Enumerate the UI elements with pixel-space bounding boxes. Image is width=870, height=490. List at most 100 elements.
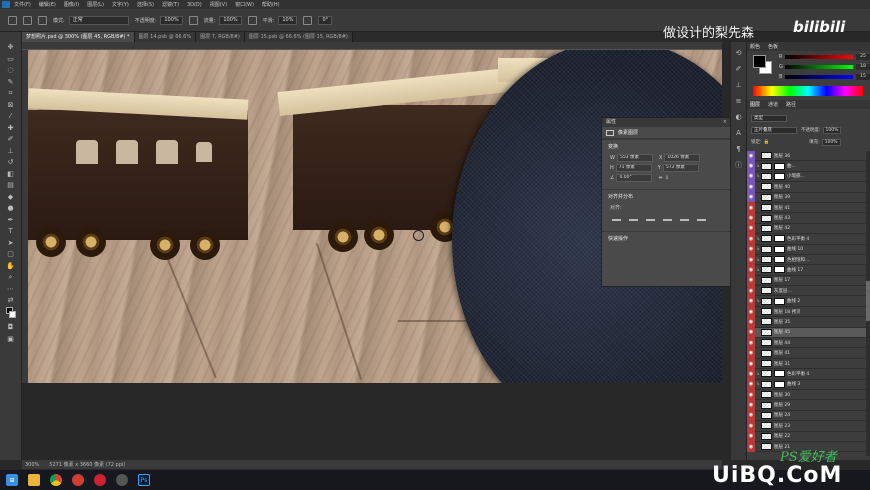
- layer-row[interactable]: ◉ 图层 24: [747, 410, 870, 422]
- close-icon[interactable]: ×: [723, 118, 727, 127]
- layer-row[interactable]: ◉ 图层 39: [747, 192, 870, 203]
- layer-thumbnail[interactable]: [761, 297, 772, 305]
- layer-thumbnail[interactable]: [761, 183, 772, 191]
- shape-tool-icon[interactable]: ▢: [5, 249, 17, 259]
- blue-value[interactable]: 15: [856, 74, 870, 80]
- layer-thumbnail[interactable]: [761, 266, 772, 274]
- gear-icon[interactable]: [303, 15, 313, 25]
- document-tab[interactable]: 图层 7, RGB/8#): [196, 32, 245, 42]
- smooth-field[interactable]: 10%: [278, 15, 298, 25]
- clone-source-icon[interactable]: ⊥: [734, 80, 744, 90]
- layer-row[interactable]: ◉ ↳ 曲线 10: [747, 244, 870, 255]
- layer-thumbnail[interactable]: [761, 193, 772, 201]
- x-field[interactable]: 1026 像素: [664, 154, 701, 162]
- visibility-eye-icon[interactable]: ◉: [747, 264, 755, 276]
- layer-row[interactable]: ◉ 图层 40: [747, 181, 870, 193]
- netease-music-icon[interactable]: [72, 474, 84, 486]
- visibility-eye-icon[interactable]: ◉: [747, 306, 755, 317]
- marquee-tool-icon[interactable]: ▭: [5, 54, 17, 64]
- layer-mask-thumbnail[interactable]: [774, 162, 785, 170]
- menu-item-window[interactable]: 窗口(W): [235, 1, 254, 8]
- crop-tool-icon[interactable]: ⌗: [5, 88, 17, 98]
- layer-thumbnail[interactable]: [761, 308, 772, 316]
- properties-icon[interactable]: ≡: [734, 96, 744, 106]
- eraser-tool-icon[interactable]: ◧: [5, 169, 17, 179]
- color-swatches-icon[interactable]: [5, 306, 17, 321]
- visibility-eye-icon[interactable]: ◉: [747, 347, 755, 359]
- menu-item-edit[interactable]: 编辑(E): [39, 1, 56, 8]
- blue-gradient[interactable]: [785, 75, 853, 79]
- visibility-eye-icon[interactable]: ◉: [747, 368, 755, 380]
- quick-mask-icon[interactable]: ◘: [5, 322, 17, 332]
- layer-mask-thumbnail[interactable]: [774, 235, 785, 243]
- history-icon[interactable]: ⟲: [734, 48, 744, 58]
- tab-paths[interactable]: 路径: [786, 101, 796, 108]
- type-tool-icon[interactable]: T: [5, 226, 17, 236]
- layer-mask-thumbnail[interactable]: [774, 256, 785, 264]
- visibility-eye-icon[interactable]: ◉: [747, 285, 755, 296]
- layer-row[interactable]: ◉ 图层 41: [747, 347, 870, 359]
- visibility-eye-icon[interactable]: ◉: [747, 181, 755, 193]
- layer-thumbnail[interactable]: [761, 287, 772, 295]
- menu-item-filter[interactable]: 滤镜(T): [162, 1, 179, 8]
- layer-thumbnail[interactable]: [761, 380, 772, 388]
- dodge-tool-icon[interactable]: ●: [5, 203, 17, 213]
- visibility-eye-icon[interactable]: ◉: [747, 151, 755, 161]
- layer-row[interactable]: ◉ 图层 41: [747, 202, 870, 214]
- visibility-eye-icon[interactable]: ◉: [747, 192, 755, 203]
- tab-color[interactable]: 颜色: [750, 43, 760, 50]
- layer-row[interactable]: ◉ 图层 31: [747, 358, 870, 370]
- align-middle-icon[interactable]: [680, 214, 689, 221]
- brush-panel-icon[interactable]: ✐: [734, 64, 744, 74]
- layer-row[interactable]: ◉ ↳ 小瑕疵...: [747, 171, 870, 183]
- layer-row[interactable]: ◉ 图层 36: [747, 151, 870, 162]
- document-tab[interactable]: 图层 15.psb @ 66.6% (图层 15, RGB/8#): [244, 32, 353, 42]
- layer-mask-thumbnail[interactable]: [774, 245, 785, 253]
- visibility-eye-icon[interactable]: ◉: [747, 399, 755, 411]
- brush-preset-icon[interactable]: [23, 15, 32, 25]
- path-select-tool-icon[interactable]: ➤: [5, 238, 17, 248]
- properties-panel-header[interactable]: 属性 ×: [602, 118, 730, 127]
- layer-row[interactable]: ◉ 图层 17: [747, 275, 870, 287]
- layer-row[interactable]: ◉ 图层 30: [747, 389, 870, 401]
- mode-select[interactable]: 正常: [68, 15, 129, 25]
- visibility-eye-icon[interactable]: ◉: [747, 160, 755, 172]
- zoom-tool-icon[interactable]: ⌕: [5, 272, 17, 282]
- layer-thumbnail[interactable]: [761, 422, 772, 430]
- visibility-eye-icon[interactable]: ◉: [747, 389, 755, 400]
- zoom-level[interactable]: 300%: [25, 462, 39, 468]
- more-tools-icon[interactable]: ⋯: [5, 284, 17, 294]
- tab-swatches[interactable]: 色板: [768, 43, 778, 50]
- brush-tool-icon[interactable]: ✐: [5, 134, 17, 144]
- layer-row[interactable]: ◉ ↳ 色彩平衡 4: [747, 233, 870, 245]
- align-bottom-icon[interactable]: [697, 214, 706, 221]
- app-icon[interactable]: [116, 474, 128, 486]
- eyedropper-tool-icon[interactable]: ⁄: [5, 111, 17, 121]
- visibility-eye-icon[interactable]: ◉: [747, 379, 755, 390]
- history-brush-tool-icon[interactable]: ↺: [5, 157, 17, 167]
- frame-tool-icon[interactable]: ⊠: [5, 100, 17, 110]
- quick-select-tool-icon[interactable]: ✎: [5, 77, 17, 87]
- visibility-eye-icon[interactable]: ◉: [747, 316, 755, 328]
- align-left-icon[interactable]: [612, 214, 621, 221]
- menu-item-file[interactable]: 文件(F): [14, 1, 31, 8]
- red-value[interactable]: 25: [856, 54, 870, 60]
- lock-icon[interactable]: 🔒: [764, 140, 770, 145]
- layer-thumbnail[interactable]: [761, 214, 772, 222]
- layer-row[interactable]: ◉ 图层 18 拷贝: [747, 306, 870, 318]
- media-player-icon[interactable]: [94, 474, 106, 486]
- menu-item-help[interactable]: 帮助(H): [262, 1, 280, 8]
- angle-field[interactable]: 0.00°: [616, 174, 653, 182]
- visibility-eye-icon[interactable]: ◉: [747, 233, 755, 245]
- layer-row[interactable]: ◉ 图层 44: [747, 337, 870, 349]
- airbrush-icon[interactable]: [247, 15, 257, 25]
- layer-thumbnail[interactable]: [761, 318, 772, 326]
- layer-thumbnail[interactable]: [761, 391, 772, 399]
- flip-horizontal-icon[interactable]: ⇹: [658, 175, 662, 181]
- layer-mask-thumbnail[interactable]: [774, 266, 785, 274]
- layer-row[interactable]: ◉ 图层 35: [747, 316, 870, 328]
- red-slider[interactable]: R 25: [779, 54, 870, 60]
- layer-row[interactable]: ◉ 图层 22: [747, 431, 870, 442]
- document-tab[interactable]: 图层 14.psb @ 66.6%: [134, 32, 197, 42]
- layer-mask-thumbnail[interactable]: [774, 297, 785, 305]
